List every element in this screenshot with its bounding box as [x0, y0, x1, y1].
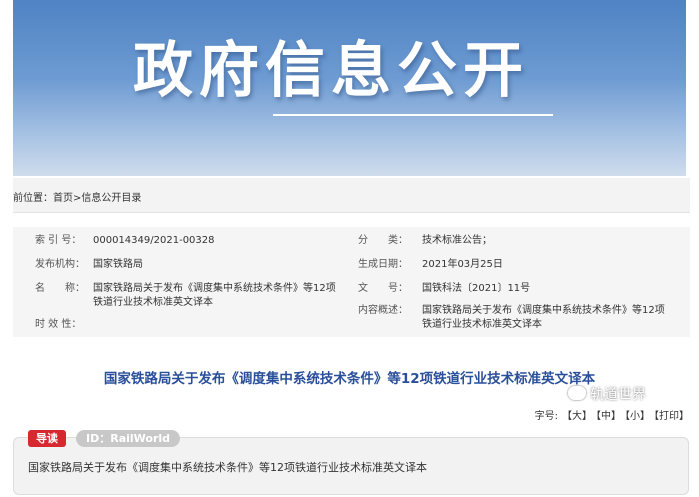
breadcrumb-prefix: 前位置：: [13, 193, 53, 204]
font-size-bar: 字号: 【大】 【中】 【小】 【打印】: [531, 407, 689, 422]
summary-value-line2: 铁道行业技术标准英文译本: [422, 319, 542, 330]
validity-label: 时 效 性：: [35, 319, 82, 330]
index-label: 索 引 号：: [35, 235, 82, 246]
document-meta-table: 索 引 号： 000014349/2021-00328 分 类： 技术标准公告；…: [13, 227, 690, 337]
guide-tag: 导读: [28, 430, 66, 447]
font-size-small-button[interactable]: 【小】: [625, 411, 650, 422]
publisher-label: 发布机构：: [35, 259, 85, 270]
summary-label: 内容概述：: [358, 305, 408, 316]
breadcrumb: 前位置：首页>信息公开目录: [13, 189, 141, 204]
date-value: 2021年03月25日: [422, 259, 503, 270]
banner-title: 政府信息公开: [133, 36, 529, 106]
banner-underline: [273, 114, 553, 116]
breadcrumb-home-link[interactable]: 首页: [53, 193, 73, 204]
id-tag: ID：RailWorld: [76, 430, 181, 447]
font-size-large-button[interactable]: 【大】: [562, 411, 592, 422]
wechat-icon: [568, 386, 586, 400]
docno-label: 文 号：: [358, 283, 408, 294]
breadcrumb-current-link[interactable]: 信息公开目录: [81, 193, 141, 204]
summary-value-line1: 国家铁路局关于发布《调度集中系统技术条件》等12项: [422, 305, 665, 316]
font-size-label: 字号:: [534, 411, 558, 422]
watermark: 轨道世界: [568, 384, 646, 404]
name-value-line2: 铁道行业技术标准英文译本: [93, 297, 213, 308]
publisher-value: 国家铁路局: [93, 259, 143, 270]
docno-value: 国铁科法〔2021〕11号: [422, 283, 531, 294]
category-value: 技术标准公告；: [422, 235, 492, 246]
watermark-text: 轨道世界: [590, 387, 646, 403]
breadcrumb-bar: 前位置：首页>信息公开目录: [13, 178, 690, 213]
guide-box: 导读 ID：RailWorld 国家铁路局关于发布《调度集中系统技术条件》等12…: [13, 430, 689, 495]
guide-text: 国家铁路局关于发布《调度集中系统技术条件》等12项铁道行业技术标准英文译本: [28, 461, 427, 474]
category-label: 分 类：: [358, 235, 408, 246]
index-value: 000014349/2021-00328: [93, 235, 215, 246]
name-label: 名 称：: [35, 283, 85, 294]
date-label: 生成日期：: [358, 259, 408, 270]
font-size-medium-button[interactable]: 【中】: [596, 411, 621, 422]
banner: 政府信息公开: [13, 0, 686, 176]
name-value-line1: 国家铁路局关于发布《调度集中系统技术条件》等12项: [93, 283, 336, 294]
print-button[interactable]: 【打印】: [654, 411, 689, 422]
